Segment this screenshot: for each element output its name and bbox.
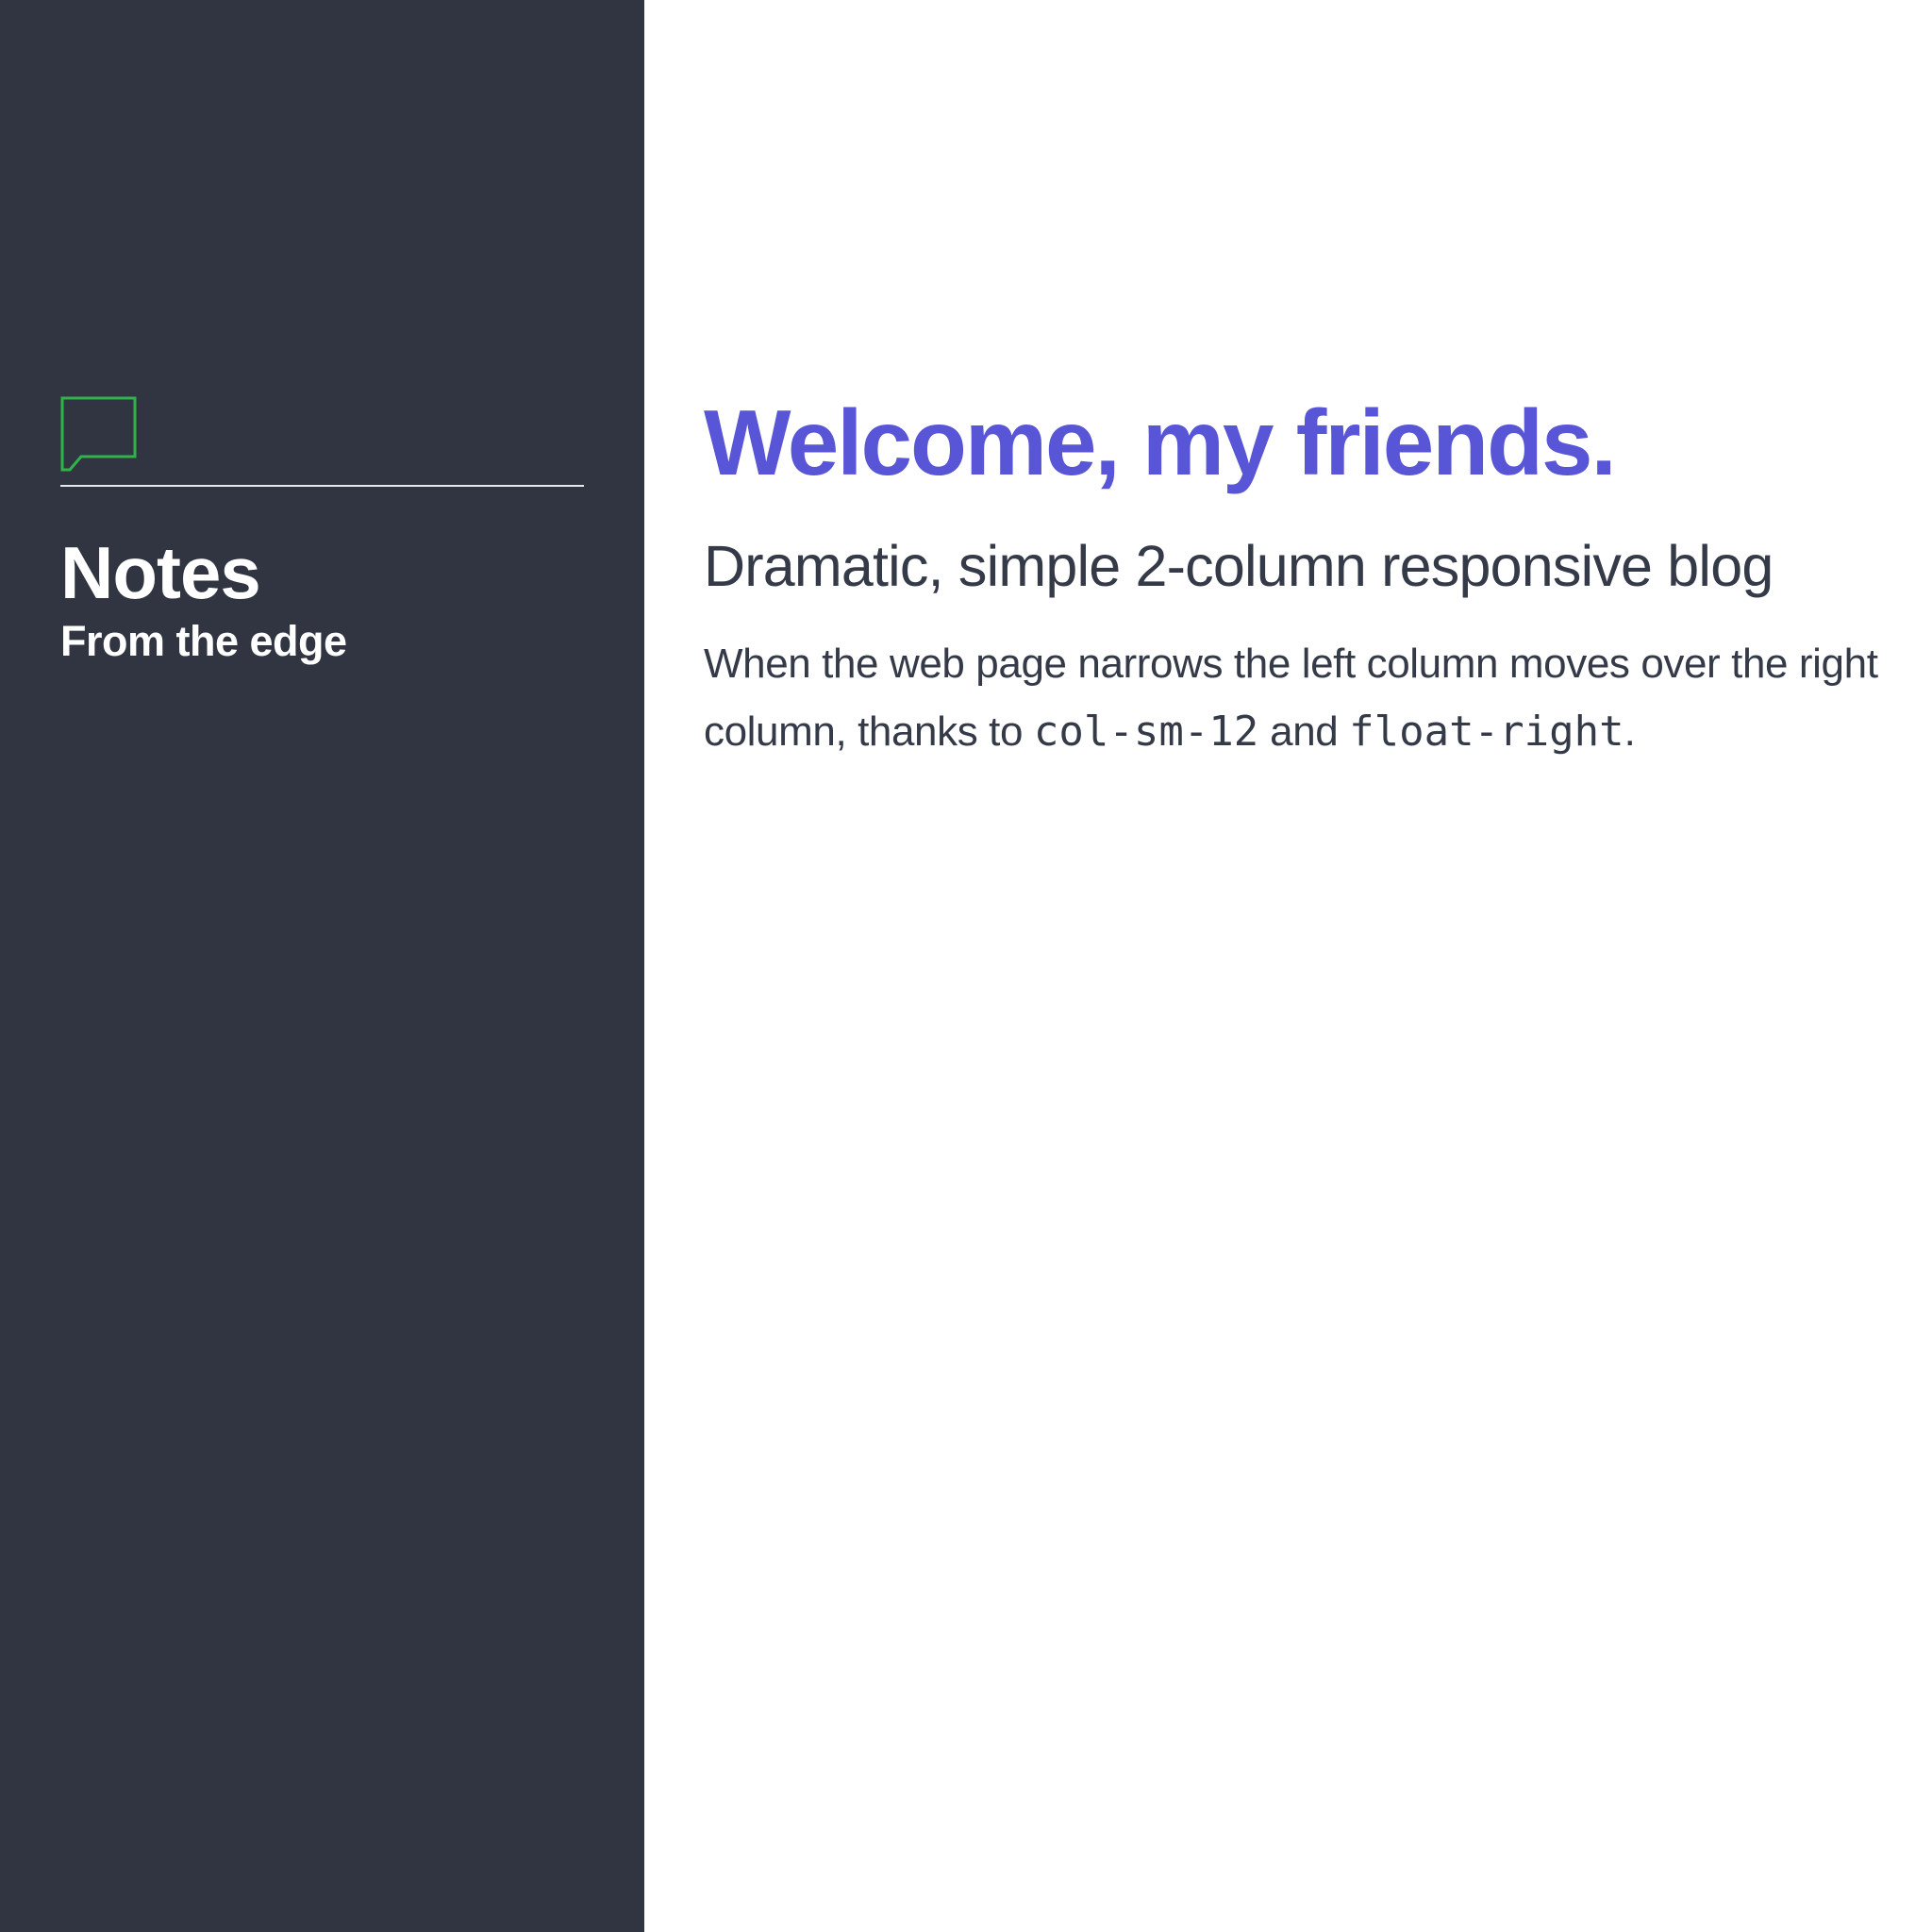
paragraph-text-middle: and (1258, 708, 1350, 755)
sidebar-divider (60, 485, 584, 487)
code-col-sm-12: col-sm-12 (1033, 707, 1259, 756)
welcome-heading: Welcome, my friends. (704, 391, 1617, 494)
site-subtitle: From the edge (60, 617, 347, 665)
paragraph-text-end: . (1624, 708, 1636, 755)
site-title: Notes (60, 531, 261, 614)
code-float-right: float-right (1349, 707, 1624, 756)
intro-paragraph: When the web page narrows the left colum… (704, 630, 1892, 766)
sidebar: Notes From the edge (0, 0, 644, 1932)
sidebar-branding: Notes From the edge (60, 396, 584, 663)
main-content: Welcome, my friends. Dramatic, simple 2-… (704, 394, 1892, 766)
chat-bubble-icon (60, 396, 137, 472)
blog-subheading: Dramatic, simple 2-column responsive blo… (704, 533, 1774, 598)
